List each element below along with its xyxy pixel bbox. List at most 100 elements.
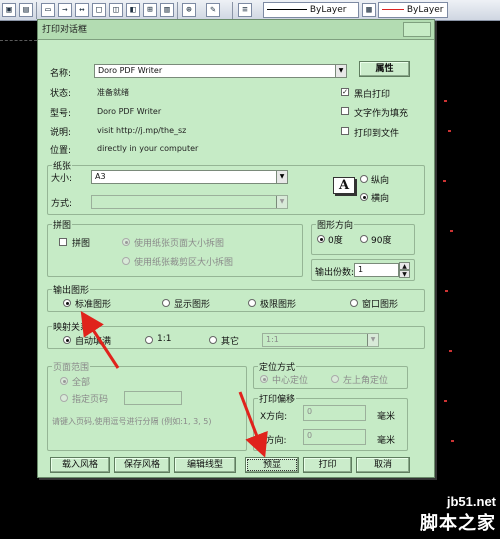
pages-hint: 请键入页码,使用逗号进行分隔 (例如:1, 3, 5)	[52, 417, 212, 426]
tile-label: 拼图	[72, 239, 91, 249]
pages-all-radio[interactable]	[60, 377, 68, 385]
offset-y-input[interactable]: 0	[303, 429, 366, 445]
edit-linetype-button[interactable]: 编辑线型	[174, 457, 236, 473]
pages-input[interactable]	[124, 391, 182, 405]
layers-icon[interactable]: ◧	[126, 3, 140, 17]
output-standard-radio[interactable]	[63, 299, 71, 307]
scale-1to1-radio[interactable]	[145, 336, 153, 344]
offset-y-unit: 毫米	[377, 436, 396, 446]
position-center-radio[interactable]	[260, 375, 268, 383]
color-label: ByLayer	[406, 5, 444, 15]
dialog-titlebar[interactable]: 打印对话框	[38, 20, 434, 40]
paper-size-value: A3	[95, 172, 106, 181]
rectangle-icon[interactable]: ◫	[109, 3, 123, 17]
offset-x-label: X方向:	[260, 412, 288, 422]
close-button[interactable]	[403, 22, 431, 37]
text-fill-label: 文字作为填充	[354, 109, 409, 119]
bw-print-checkbox[interactable]: ✓	[341, 88, 349, 96]
printer-name-select[interactable]: Doro PDF Writer ▼	[94, 64, 347, 78]
bw-print-label: 黑白打印	[354, 90, 391, 100]
output-limits-radio[interactable]	[248, 299, 256, 307]
cancel-button[interactable]: 取消	[356, 457, 410, 473]
print-to-file-checkbox[interactable]	[341, 127, 349, 135]
watermark-url: jb51.net	[446, 494, 496, 509]
offset-x-input[interactable]: 0	[303, 405, 366, 421]
save-icon[interactable]: ▣	[2, 3, 16, 17]
linetype-dropdown[interactable]: ByLayer	[263, 2, 359, 18]
tile-clip-size-radio[interactable]	[122, 257, 130, 265]
hatch-icon[interactable]: ▦	[362, 3, 376, 17]
scale-other-value: 1:1	[266, 335, 279, 344]
save-style-button[interactable]: 保存风格	[114, 457, 170, 473]
model-value: Doro PDF Writer	[97, 107, 162, 116]
scale-auto-radio[interactable]	[63, 336, 71, 344]
lineweight-icon[interactable]: ≡	[238, 3, 252, 17]
copies-value: 1	[358, 265, 364, 274]
print-dialog: 打印对话框 名称: Doro PDF Writer ▼ 属性 状态: 准备就绪 …	[37, 19, 435, 478]
drawing-fragments	[442, 100, 456, 500]
offset-group-title: 打印偏移	[258, 392, 297, 405]
preview-button[interactable]: 预显	[245, 457, 299, 473]
paper-size-label: 大小:	[51, 174, 73, 184]
tile-checkbox[interactable]	[59, 238, 67, 246]
paper-orientation-icon: A	[333, 177, 355, 194]
pages-specify-radio[interactable]	[60, 394, 68, 402]
landscape-label: 横向	[371, 194, 390, 204]
copy-icon[interactable]: ▤	[19, 3, 33, 17]
load-style-button[interactable]: 载入风格	[50, 457, 110, 473]
grid-icon[interactable]: ⊕	[182, 3, 196, 17]
printer-name-label: 名称:	[50, 69, 72, 79]
printer-name-value: Doro PDF Writer	[98, 66, 163, 75]
position-upper-left-radio[interactable]	[331, 375, 339, 383]
copies-down-icon[interactable]: ▼	[399, 270, 410, 278]
scale-group-title: 映射关系	[52, 320, 91, 333]
status-label: 状态:	[50, 89, 72, 99]
scale-other-radio[interactable]	[209, 336, 217, 344]
scale-other-select[interactable]: 1:1 ▼	[262, 333, 379, 347]
offset-x-unit: 毫米	[377, 412, 396, 422]
line-icon[interactable]: ▭	[41, 3, 55, 17]
description-label: 说明:	[50, 128, 72, 138]
output-window-radio[interactable]	[350, 299, 358, 307]
watermark-name: 脚本之家	[420, 513, 496, 534]
pages-all-label: 全部	[72, 378, 91, 388]
scale-other-label: 其它	[221, 337, 240, 347]
location-label: 位置:	[50, 146, 72, 156]
pencil-icon[interactable]: ✎	[206, 3, 220, 17]
paper-mode-select[interactable]: ▼	[91, 195, 288, 209]
dimension-icon[interactable]: ↔	[75, 3, 89, 17]
toolbar-separator	[36, 2, 37, 19]
pages-specify-label: 指定页码	[72, 395, 109, 405]
output-display-radio[interactable]	[162, 299, 170, 307]
portrait-label: 纵向	[371, 176, 390, 186]
output-display-label: 显示图形	[174, 300, 211, 310]
rotate-90-radio[interactable]	[360, 235, 368, 243]
canvas-guide	[0, 40, 37, 41]
paper-size-select[interactable]: A3 ▼	[91, 170, 288, 184]
paper-mode-label: 方式:	[51, 199, 73, 209]
text-fill-checkbox[interactable]	[341, 107, 349, 115]
chevron-down-icon: ▼	[335, 65, 346, 77]
position-center-label: 中心定位	[272, 376, 309, 386]
copies-input[interactable]: 1	[354, 263, 399, 277]
properties-button[interactable]: 属性	[359, 61, 410, 77]
output-group-title: 输出图形	[52, 283, 91, 296]
copies-up-icon[interactable]: ▲	[399, 262, 410, 270]
orientation-group-title: 图形方向	[316, 218, 355, 231]
rotate-90-label: 90度	[371, 236, 392, 246]
arrow-line-icon[interactable]: →	[58, 3, 72, 17]
rotate-0-radio[interactable]	[317, 235, 325, 243]
tile-page-size-label: 使用纸张页面大小拆图	[134, 239, 225, 249]
square-icon[interactable]: □	[92, 3, 106, 17]
landscape-radio[interactable]	[360, 193, 368, 201]
color-sample	[382, 9, 404, 10]
tile-page-size-radio[interactable]	[122, 238, 130, 246]
clip-icon[interactable]: ⊞	[143, 3, 157, 17]
print-button[interactable]: 打印	[303, 457, 352, 473]
print-to-file-label: 打印到文件	[354, 129, 400, 139]
chevron-down-icon: ▼	[276, 196, 287, 208]
watermark: jb51.net 脚本之家	[420, 494, 496, 535]
block-icon[interactable]: ▥	[160, 3, 174, 17]
color-dropdown[interactable]: ByLayer	[378, 2, 448, 18]
portrait-radio[interactable]	[360, 175, 368, 183]
